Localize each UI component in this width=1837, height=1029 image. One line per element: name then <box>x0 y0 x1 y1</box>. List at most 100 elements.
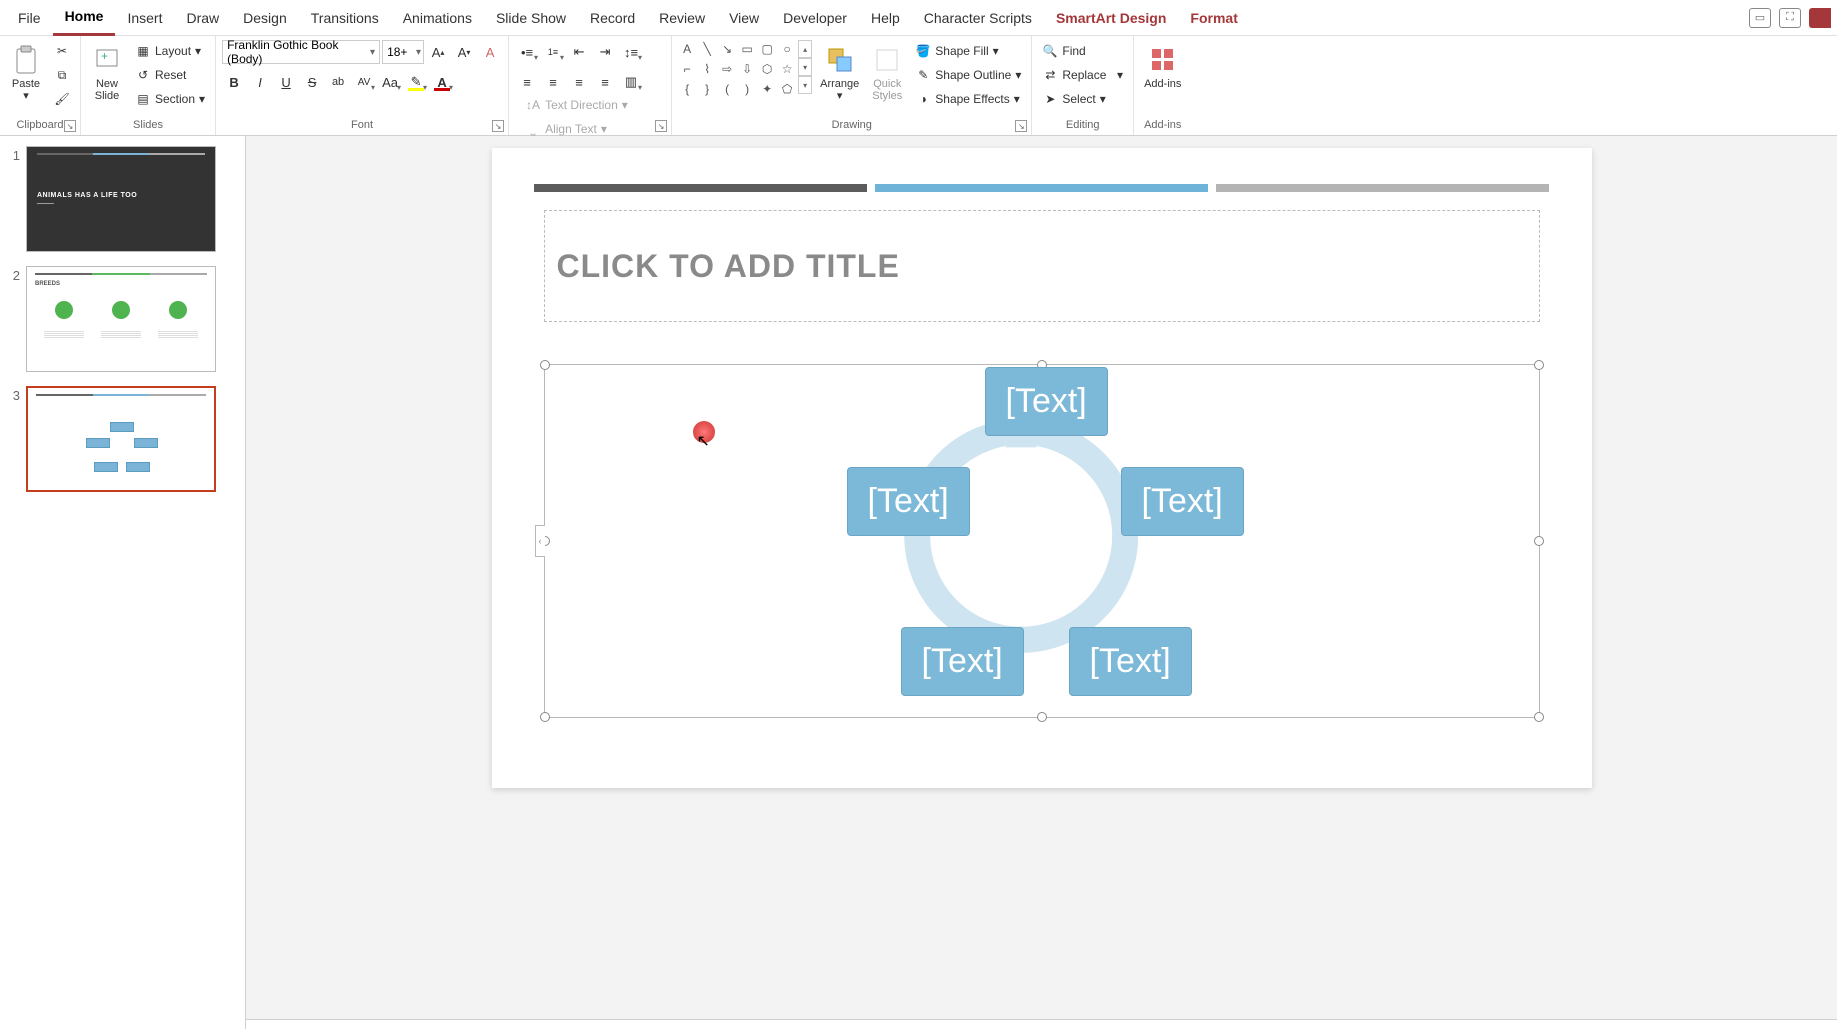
clipboard-dialog-launcher[interactable]: ↘ <box>64 120 76 132</box>
line-spacing-button[interactable]: ↕≡ <box>619 40 643 64</box>
comments-icon[interactable]: ▭ <box>1749 8 1771 28</box>
shape-rightarrow[interactable]: ⇨ <box>718 60 736 78</box>
tab-slideshow[interactable]: Slide Show <box>484 0 578 36</box>
smartart-block-1[interactable]: [Text] <box>985 367 1108 436</box>
shape-callout[interactable]: ⬠ <box>778 80 796 98</box>
handle-tl[interactable] <box>540 360 550 370</box>
tab-insert[interactable]: Insert <box>115 0 174 36</box>
format-painter-button[interactable]: 🖌 <box>50 88 74 110</box>
highlight-button[interactable]: ✎ <box>404 70 428 94</box>
shape-star4[interactable]: ✦ <box>758 80 776 98</box>
shape-lbrace[interactable]: { <box>678 80 696 98</box>
tab-developer[interactable]: Developer <box>771 0 859 36</box>
addins-button[interactable]: Add-ins <box>1140 40 1185 92</box>
handle-bl[interactable] <box>540 712 550 722</box>
smartart-block-4[interactable]: [Text] <box>901 627 1024 696</box>
increase-font-button[interactable]: A▴ <box>426 40 450 64</box>
tab-animations[interactable]: Animations <box>391 0 484 36</box>
handle-mr[interactable] <box>1534 536 1544 546</box>
find-button[interactable]: 🔍Find <box>1038 40 1127 62</box>
tab-view[interactable]: View <box>717 0 771 36</box>
smartart-content-frame[interactable]: ‹ [Text] [Text] [Text] [Text] [Text] ↖ <box>544 364 1540 718</box>
underline-button[interactable]: U <box>274 70 298 94</box>
copy-button[interactable]: ⧉ <box>50 64 74 86</box>
shape-lbracket[interactable]: ( <box>718 80 736 98</box>
shape-connector[interactable]: ⌐ <box>678 60 696 78</box>
gallery-up[interactable]: ▴ <box>798 40 812 58</box>
shape-effects-button[interactable]: ◑Shape Effects ▾ <box>911 88 1025 110</box>
smartart-block-3[interactable]: [Text] <box>1121 467 1244 536</box>
shape-star[interactable]: ☆ <box>778 60 796 78</box>
shape-arrow-line[interactable]: ↘ <box>718 40 736 58</box>
align-right-button[interactable]: ≡ <box>567 70 591 94</box>
section-button[interactable]: ▤Section ▾ <box>131 88 209 110</box>
shape-rbrace[interactable]: } <box>698 80 716 98</box>
smartart-block-5[interactable]: [Text] <box>1069 627 1192 696</box>
strikethrough-button[interactable]: S <box>300 70 324 94</box>
tab-review[interactable]: Review <box>647 0 717 36</box>
tab-design[interactable]: Design <box>231 0 299 36</box>
paragraph-dialog-launcher[interactable]: ↘ <box>655 120 667 132</box>
quick-styles-button[interactable]: Quick Styles <box>867 40 907 104</box>
align-left-button[interactable]: ≡ <box>515 70 539 94</box>
tab-home[interactable]: Home <box>53 0 116 36</box>
shape-freeform[interactable]: ⌇ <box>698 60 716 78</box>
shadow-button[interactable]: ab <box>326 70 350 94</box>
shape-rect[interactable]: ▭ <box>738 40 756 58</box>
slide[interactable]: CLICK TO ADD TITLE ‹ [Text] [Text] [Text… <box>492 148 1592 788</box>
title-placeholder[interactable]: CLICK TO ADD TITLE <box>544 210 1540 322</box>
shape-downarrow[interactable]: ⇩ <box>738 60 756 78</box>
tab-help[interactable]: Help <box>859 0 912 36</box>
font-dialog-launcher[interactable]: ↘ <box>492 120 504 132</box>
slide-thumb-3[interactable] <box>26 386 216 492</box>
shape-fill-button[interactable]: 🪣Shape Fill ▾ <box>911 40 1025 62</box>
font-size-select[interactable]: 18+ <box>382 40 424 64</box>
numbering-button[interactable]: 1≡ <box>541 40 565 64</box>
gallery-more[interactable]: ▾ <box>798 76 812 94</box>
notes-pane-edge[interactable] <box>246 1019 1837 1029</box>
slide-thumb-2[interactable]: BREEDS <box>26 266 216 372</box>
shape-textbox[interactable]: A <box>678 40 696 58</box>
handle-br[interactable] <box>1534 712 1544 722</box>
tab-record[interactable]: Record <box>578 0 647 36</box>
decrease-font-button[interactable]: A▾ <box>452 40 476 64</box>
share-button[interactable] <box>1809 8 1831 28</box>
font-color-button[interactable]: A <box>430 70 454 94</box>
change-case-button[interactable]: Aa <box>378 70 402 94</box>
tab-format[interactable]: Format <box>1178 0 1249 36</box>
columns-button[interactable]: ▥ <box>619 70 643 94</box>
drawing-dialog-launcher[interactable]: ↘ <box>1015 120 1027 132</box>
slide-thumb-1[interactable]: ANIMALS HAS A LIFE TOO ━━━━━━━ <box>26 146 216 252</box>
new-slide-button[interactable]: + New Slide <box>87 40 127 104</box>
tab-transitions[interactable]: Transitions <box>299 0 391 36</box>
increase-indent-button[interactable]: ⇥ <box>593 40 617 64</box>
decrease-indent-button[interactable]: ⇤ <box>567 40 591 64</box>
char-spacing-button[interactable]: AV <box>352 70 376 94</box>
gallery-down[interactable]: ▾ <box>798 58 812 76</box>
reset-button[interactable]: ↺Reset <box>131 64 209 86</box>
layout-button[interactable]: ▦Layout ▾ <box>131 40 209 62</box>
tab-file[interactable]: File <box>6 0 53 36</box>
handle-tr[interactable] <box>1534 360 1544 370</box>
smartart-block-2[interactable]: [Text] <box>847 467 970 536</box>
smartart-text-pane-toggle[interactable]: ‹ <box>535 525 545 557</box>
shape-outline-button[interactable]: ✎Shape Outline ▾ <box>911 64 1025 86</box>
cut-button[interactable]: ✂ <box>50 40 74 62</box>
font-name-select[interactable]: Franklin Gothic Book (Body) <box>222 40 380 64</box>
shape-line[interactable]: ╲ <box>698 40 716 58</box>
shape-hexagon[interactable]: ⬡ <box>758 60 776 78</box>
tab-smartart-design[interactable]: SmartArt Design <box>1044 0 1178 36</box>
bullets-button[interactable]: •≡ <box>515 40 539 64</box>
bold-button[interactable]: B <box>222 70 246 94</box>
tab-character-scripts[interactable]: Character Scripts <box>912 0 1044 36</box>
present-icon[interactable]: ⛶ <box>1779 8 1801 28</box>
shape-rbracket[interactable]: ) <box>738 80 756 98</box>
italic-button[interactable]: I <box>248 70 272 94</box>
align-center-button[interactable]: ≡ <box>541 70 565 94</box>
shape-roundrect[interactable]: ▢ <box>758 40 776 58</box>
tab-draw[interactable]: Draw <box>174 0 231 36</box>
clear-formatting-button[interactable]: A <box>478 40 502 64</box>
replace-button[interactable]: ⇄Replace ▾ <box>1038 64 1127 86</box>
shapes-gallery[interactable]: A╲↘▭▢○ ⌐⌇⇨⇩⬡☆ {}()✦⬠ <box>678 40 796 98</box>
paste-button[interactable]: Paste▾ <box>6 40 46 104</box>
